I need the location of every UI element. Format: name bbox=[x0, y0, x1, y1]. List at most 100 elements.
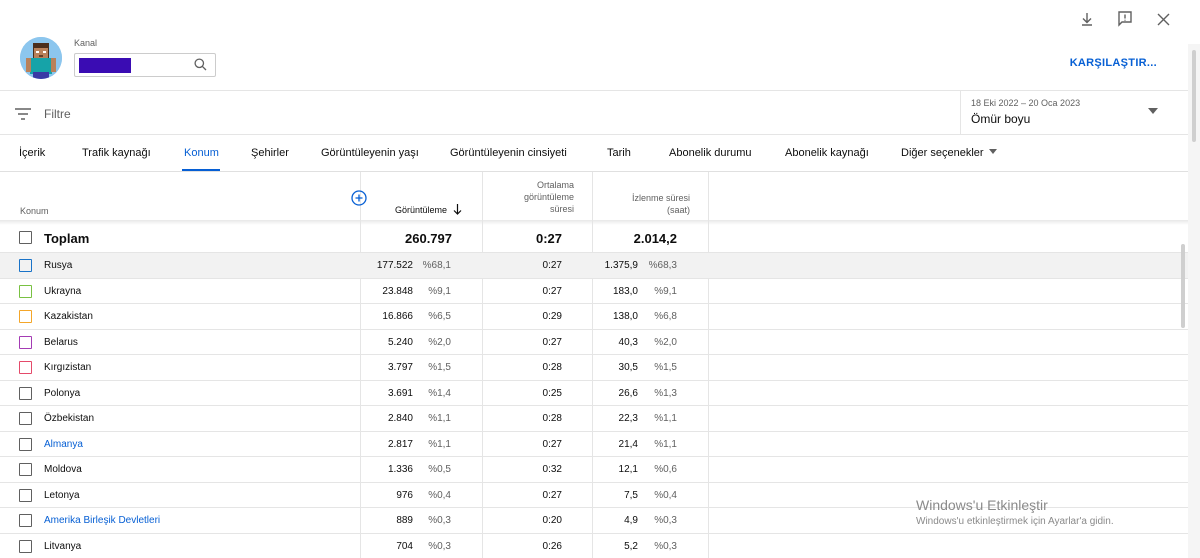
watch-time-value: 22,3 bbox=[618, 413, 638, 424]
windows-activation-watermark: Windows'u Etkinleştir Windows'u etkinleş… bbox=[916, 497, 1114, 527]
location-name: Rusya bbox=[44, 260, 73, 271]
views-percent: %68,1 bbox=[422, 260, 451, 271]
table-row[interactable]: Litvanya 704 %0,3 0:26 5,2 %0,3 bbox=[0, 534, 1188, 558]
row-checkbox[interactable] bbox=[19, 310, 32, 323]
views-percent: %0,4 bbox=[428, 489, 451, 501]
dimension-tabs: İçerik Trafik kaynağı Konum Şehirler Gör… bbox=[0, 135, 1188, 172]
location-name: Kazakistan bbox=[44, 311, 93, 322]
watch-time-percent: %1,1 bbox=[654, 438, 677, 450]
close-icon[interactable] bbox=[1156, 10, 1170, 28]
tab-location[interactable]: Konum bbox=[184, 147, 219, 159]
channel-select[interactable] bbox=[74, 53, 216, 77]
row-checkbox[interactable] bbox=[19, 335, 32, 349]
table-row[interactable]: Belarus 5.240 %2,0 0:27 40,3 %2,0 bbox=[0, 330, 1188, 355]
watch-time-value: 12,1 bbox=[618, 464, 638, 475]
compare-button[interactable]: KARŞILAŞTIR... bbox=[1070, 57, 1157, 69]
views-value: 704 bbox=[396, 540, 413, 552]
views-percent: %1,4 bbox=[428, 387, 451, 399]
row-checkbox[interactable] bbox=[19, 259, 32, 272]
column-header-views[interactable]: Görüntüleme bbox=[362, 204, 462, 218]
table-row[interactable]: Özbekistan 2.840 %1,1 0:28 22,3 %1,1 bbox=[0, 406, 1188, 432]
row-checkbox[interactable] bbox=[19, 514, 32, 527]
avg-duration-value: 0:26 bbox=[542, 540, 562, 552]
feedback-icon[interactable] bbox=[1118, 10, 1132, 28]
page-scrollbar[interactable] bbox=[1188, 44, 1200, 558]
table-row[interactable]: Ukrayna 23.848 %9,1 0:27 183,0 %9,1 bbox=[0, 279, 1188, 304]
row-checkbox[interactable] bbox=[19, 488, 32, 502]
total-watch-time: 2.014,2 bbox=[633, 231, 677, 246]
date-range-text: 18 Eki 2022 – 20 Oca 2023 bbox=[971, 98, 1081, 108]
watch-time-percent: %68,3 bbox=[648, 260, 677, 271]
views-percent: %0,3 bbox=[428, 515, 451, 526]
views-percent: %9,1 bbox=[428, 285, 451, 297]
sort-down-icon bbox=[453, 204, 462, 218]
tab-subscription-status[interactable]: Abonelik durumu bbox=[669, 147, 752, 159]
tab-traffic-source[interactable]: Trafik kaynağı bbox=[82, 147, 151, 159]
tab-cities[interactable]: Şehirler bbox=[251, 147, 289, 159]
total-label: Toplam bbox=[44, 231, 90, 246]
watch-time-percent: %6,8 bbox=[654, 311, 677, 322]
watch-time-percent: %0,3 bbox=[654, 540, 677, 552]
row-checkbox[interactable] bbox=[19, 539, 32, 553]
search-icon[interactable] bbox=[194, 58, 207, 76]
total-checkbox[interactable] bbox=[19, 231, 32, 244]
top-actions bbox=[1080, 10, 1170, 28]
tab-more-options[interactable]: Diğer seçenekler bbox=[901, 147, 997, 159]
table-scrollbar-thumb[interactable] bbox=[1181, 244, 1185, 328]
channel-picker: Kanal bbox=[20, 36, 216, 79]
total-avg-duration: 0:27 bbox=[535, 231, 562, 246]
column-header-avg-view-duration[interactable]: Ortalama görüntüleme süresi bbox=[484, 179, 574, 215]
column-header-location[interactable]: Konum bbox=[20, 205, 49, 217]
active-tab-indicator bbox=[182, 169, 220, 171]
watch-time-percent: %0,6 bbox=[654, 464, 677, 475]
views-value: 2.840 bbox=[387, 413, 413, 424]
watermark-subtitle: Windows'u etkinleştirmek için Ayarlar'a … bbox=[916, 516, 1114, 527]
watch-time-value: 7,5 bbox=[624, 489, 638, 501]
tab-viewer-gender[interactable]: Görüntüleyenin cinsiyeti bbox=[450, 147, 567, 159]
table-row[interactable]: Kırgızistan 3.797 %1,5 0:28 30,5 %1,5 bbox=[0, 355, 1188, 381]
table-row[interactable]: Almanya 2.817 %1,1 0:27 21,4 %1,1 bbox=[0, 432, 1188, 457]
location-name[interactable]: Almanya bbox=[44, 439, 83, 450]
channel-name-redaction bbox=[79, 58, 131, 73]
filter-bar: Filtre 18 Eki 2022 – 20 Oca 2023 Ömür bo… bbox=[0, 90, 1188, 135]
table-row[interactable]: Moldova 1.336 %0,5 0:32 12,1 %0,6 bbox=[0, 457, 1188, 483]
watch-time-percent: %9,1 bbox=[654, 285, 677, 297]
row-checkbox[interactable] bbox=[19, 437, 32, 451]
location-name[interactable]: Amerika Birleşik Devletleri bbox=[44, 515, 160, 526]
table-row[interactable]: Polonya 3.691 %1,4 0:25 26,6 %1,3 bbox=[0, 381, 1188, 406]
row-checkbox[interactable] bbox=[19, 412, 32, 425]
watch-time-value: 21,4 bbox=[618, 438, 638, 450]
filter-icon[interactable] bbox=[15, 107, 31, 125]
watch-time-value: 30,5 bbox=[618, 362, 638, 373]
filter-input[interactable]: Filtre bbox=[44, 107, 71, 121]
column-header-watch-time[interactable]: İzlenme süresi (saat) bbox=[594, 192, 690, 216]
avg-duration-value: 0:27 bbox=[542, 285, 562, 297]
tab-date[interactable]: Tarih bbox=[607, 147, 631, 159]
location-name: Ukrayna bbox=[44, 285, 82, 297]
tab-content[interactable]: İçerik bbox=[19, 147, 45, 159]
views-value: 889 bbox=[396, 515, 413, 526]
date-period-text: Ömür boyu bbox=[971, 112, 1031, 126]
row-checkbox[interactable] bbox=[19, 386, 32, 400]
views-value: 2.817 bbox=[387, 438, 413, 450]
page-scrollbar-thumb[interactable] bbox=[1192, 50, 1196, 142]
total-views: 260.797 bbox=[405, 231, 452, 246]
tab-subscription-source[interactable]: Abonelik kaynağı bbox=[785, 147, 869, 159]
table-row[interactable]: Rusya 177.522 %68,1 0:27 1.375,9 %68,3 bbox=[0, 253, 1188, 279]
download-icon[interactable] bbox=[1080, 10, 1094, 28]
views-value: 976 bbox=[396, 489, 413, 501]
row-checkbox[interactable] bbox=[19, 463, 32, 476]
watch-time-value: 1.375,9 bbox=[604, 260, 638, 271]
views-percent: %0,3 bbox=[428, 540, 451, 552]
watch-time-percent: %1,5 bbox=[654, 362, 677, 373]
table-row[interactable]: Kazakistan 16.866 %6,5 0:29 138,0 %6,8 bbox=[0, 304, 1188, 330]
tab-viewer-age[interactable]: Görüntüleyenin yaşı bbox=[321, 147, 419, 159]
avg-duration-value: 0:27 bbox=[542, 336, 562, 348]
date-range-select[interactable]: 18 Eki 2022 – 20 Oca 2023 Ömür boyu bbox=[960, 91, 1188, 135]
views-value: 177.522 bbox=[376, 260, 413, 271]
row-checkbox[interactable] bbox=[19, 284, 32, 298]
channel-label: Kanal bbox=[74, 38, 98, 48]
row-checkbox[interactable] bbox=[19, 361, 32, 374]
caret-down-icon bbox=[988, 149, 997, 154]
tab-more-options-label: Diğer seçenekler bbox=[901, 147, 984, 159]
